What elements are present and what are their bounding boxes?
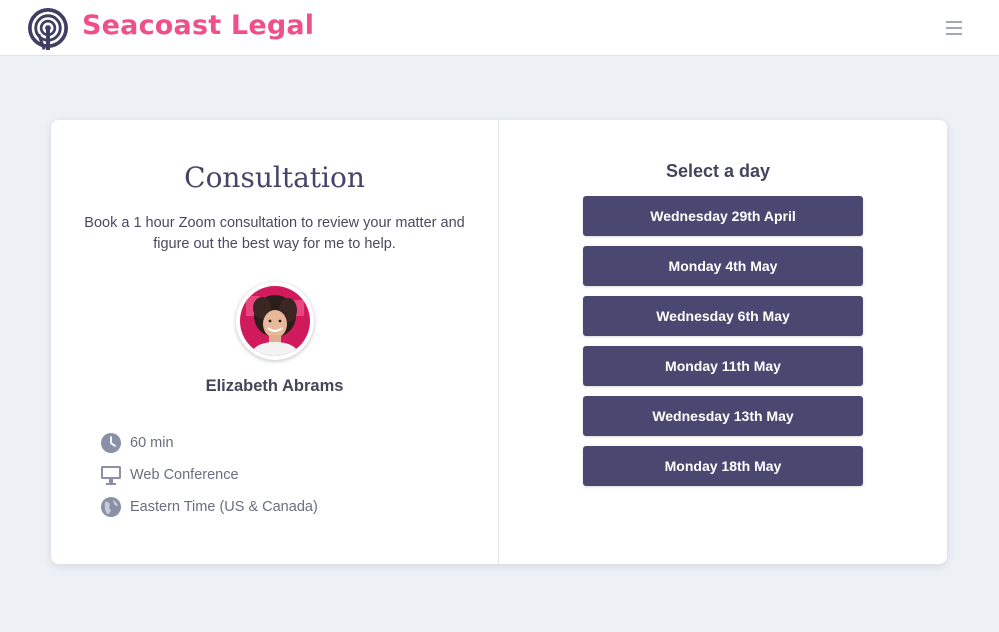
host-name: Elizabeth Abrams	[205, 377, 344, 395]
detail-timezone: Eastern Time (US & Canada)	[100, 496, 318, 518]
detail-location-label: Web Conference	[130, 467, 239, 483]
day-button[interactable]: Wednesday 29th April	[583, 196, 863, 236]
host-photo	[240, 286, 310, 356]
top-navbar: Seacoast Legal	[0, 0, 999, 56]
detail-duration: 60 min	[100, 432, 174, 454]
monitor-icon	[101, 466, 121, 485]
detail-location: Web Conference	[100, 464, 239, 486]
host-avatar	[236, 282, 314, 360]
day-button[interactable]: Monday 11th May	[583, 346, 863, 386]
card-divider	[498, 120, 499, 564]
select-day-heading: Select a day	[665, 161, 771, 181]
clock-icon	[101, 433, 121, 453]
hamburger-menu-icon[interactable]	[944, 19, 966, 37]
detail-timezone-label[interactable]: Eastern Time (US & Canada)	[130, 499, 318, 515]
event-title: Consultation	[184, 161, 365, 194]
concentric-rings-logo-icon[interactable]	[26, 6, 70, 50]
day-button[interactable]: Wednesday 6th May	[583, 296, 863, 336]
globe-icon	[101, 497, 121, 517]
booking-card: Consultation Book a 1 hour Zoom consulta…	[51, 120, 947, 564]
day-button[interactable]: Monday 4th May	[583, 246, 863, 286]
day-button[interactable]: Wednesday 13th May	[583, 396, 863, 436]
detail-duration-label: 60 min	[130, 435, 174, 451]
event-description: Book a 1 hour Zoom consultation to revie…	[84, 215, 465, 252]
brand-name[interactable]: Seacoast Legal	[82, 10, 314, 41]
day-button[interactable]: Monday 18th May	[583, 446, 863, 486]
